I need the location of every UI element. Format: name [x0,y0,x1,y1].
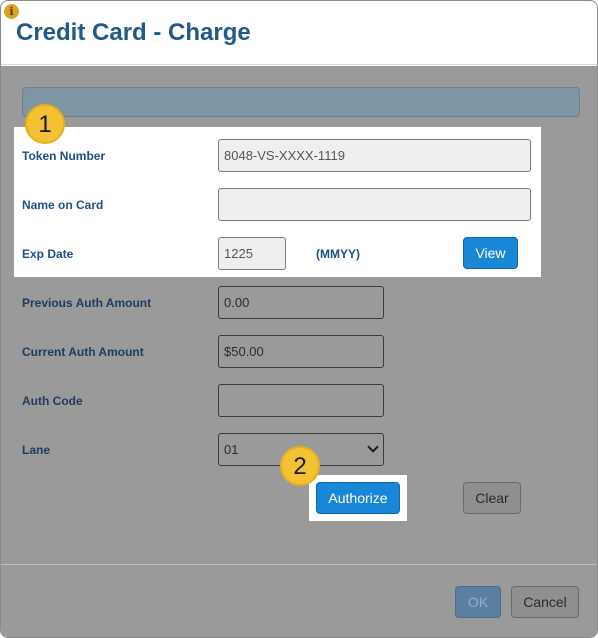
clear-button[interactable]: Clear [463,482,521,514]
previous-auth-amount-field[interactable]: 0.00 [218,286,384,319]
lane-label: Lane [22,443,51,457]
authorize-button[interactable]: Authorize [316,482,400,514]
name-on-card-label: Name on Card [22,198,104,212]
credit-card-charge-dialog: i Credit Card - Charge Token Number 8048… [0,0,598,638]
cancel-button[interactable]: Cancel [511,586,579,618]
current-auth-amount-label: Current Auth Amount [22,345,144,359]
token-number-field[interactable]: 8048-VS-XXXX-1119 [218,139,531,172]
previous-auth-amount-label: Previous Auth Amount [22,296,152,310]
view-button[interactable]: View [463,237,518,269]
status-banner [22,87,580,117]
dialog-title: Credit Card - Charge [16,19,251,46]
lane-select-value: 01 [224,442,239,457]
auth-code-label: Auth Code [22,394,83,408]
name-on-card-field[interactable] [218,188,531,221]
dialog-title-bar: i Credit Card - Charge [1,1,597,65]
exp-date-label: Exp Date [22,247,74,261]
info-icon: i [4,4,19,19]
exp-date-field[interactable]: 1225 [218,237,286,270]
callout-badge-1: 1 [25,104,65,144]
ok-button[interactable]: OK [455,586,501,618]
current-auth-amount-field[interactable]: $50.00 [218,335,384,368]
footer-divider [1,564,597,565]
token-number-label: Token Number [22,149,106,163]
chevron-down-icon [367,441,379,453]
exp-date-format-hint: (MMYY) [316,247,360,261]
callout-badge-2: 2 [280,446,320,486]
auth-code-field[interactable] [218,384,384,417]
